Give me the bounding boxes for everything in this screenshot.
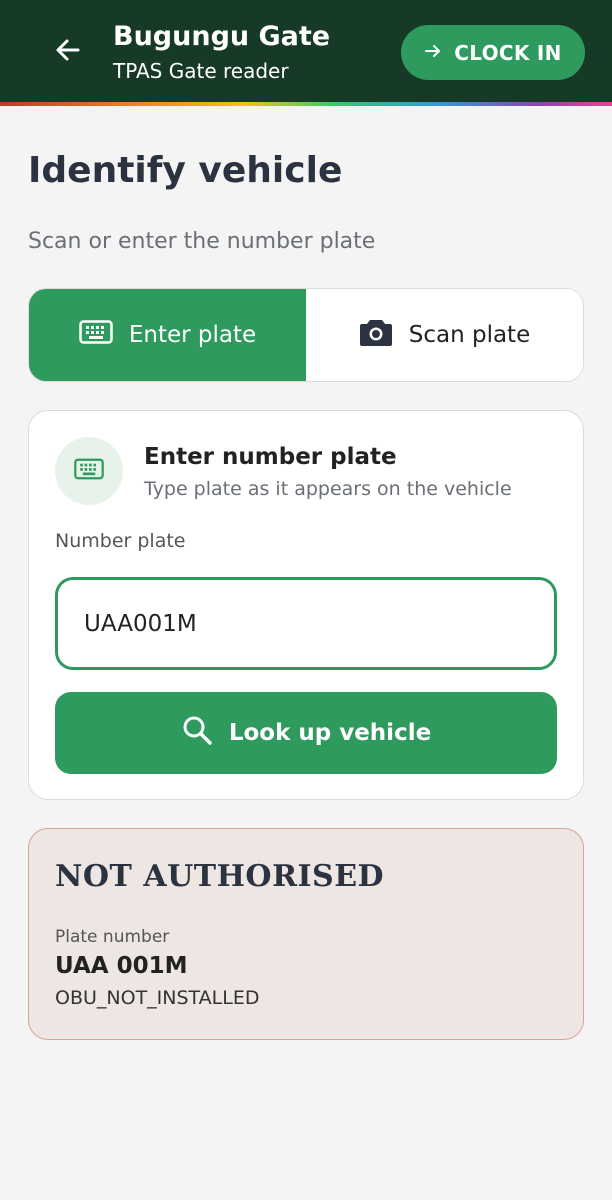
page-title: Identify vehicle xyxy=(28,150,343,191)
back-button[interactable] xyxy=(44,28,92,76)
header-rainbow-divider xyxy=(0,102,612,106)
card-title: Enter number plate xyxy=(144,444,397,470)
plate-number-value: UAA 001M xyxy=(55,953,188,979)
look-up-vehicle-label: Look up vehicle xyxy=(228,720,432,746)
tab-enter-plate[interactable]: Enter plate xyxy=(29,289,306,381)
keyboard-icon xyxy=(79,320,113,350)
app-header: Bugungu Gate TPAS Gate reader CLOCK IN xyxy=(0,0,612,102)
number-plate-label: Number plate xyxy=(55,530,186,552)
tab-scan-plate-label: Scan plate xyxy=(408,322,531,348)
keyboard-icon xyxy=(74,458,104,484)
result-reason: OBU_NOT_INSTALLED xyxy=(55,987,260,1009)
number-plate-input[interactable] xyxy=(55,577,557,670)
authorisation-status: NOT AUTHORISED xyxy=(55,859,385,894)
entry-mode-toggle: Enter plate Scan plate xyxy=(28,288,584,382)
gate-subtitle: TPAS Gate reader xyxy=(113,59,289,83)
arrow-right-icon xyxy=(424,41,442,65)
card-subtitle: Type plate as it appears on the vehicle xyxy=(144,478,512,500)
tab-scan-plate[interactable]: Scan plate xyxy=(306,289,583,381)
search-icon xyxy=(181,714,213,752)
authorisation-result-card: NOT AUTHORISED Plate number UAA 001M OBU… xyxy=(28,828,584,1040)
plate-number-label: Plate number xyxy=(55,927,170,947)
plate-entry-card: Enter number plate Type plate as it appe… xyxy=(28,410,584,800)
look-up-vehicle-button[interactable]: Look up vehicle xyxy=(55,692,557,774)
arrow-left-icon xyxy=(52,34,84,70)
camera-icon xyxy=(359,317,393,353)
clock-in-button[interactable]: CLOCK IN xyxy=(401,25,585,80)
gate-title: Bugungu Gate xyxy=(113,21,331,52)
clock-in-label: CLOCK IN xyxy=(454,40,562,65)
card-keyboard-icon-badge xyxy=(55,437,123,505)
tab-enter-plate-label: Enter plate xyxy=(128,322,257,348)
page-subtitle: Scan or enter the number plate xyxy=(28,229,376,254)
